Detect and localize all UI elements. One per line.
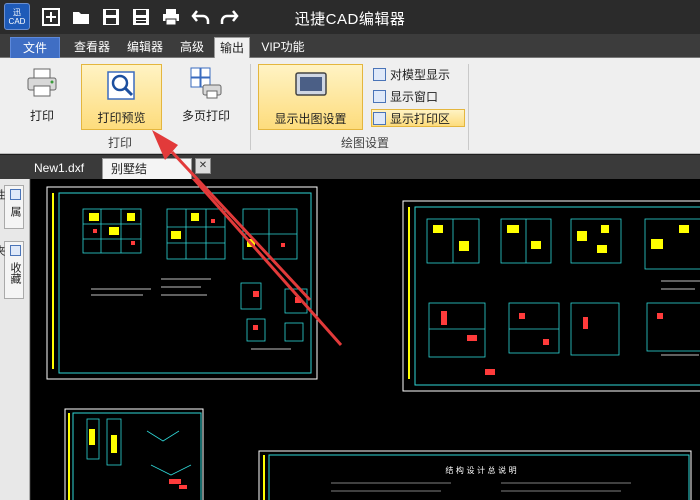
tab-viewer[interactable]: 查看器 bbox=[66, 37, 118, 58]
ribbon: 打印 打印预览 多页打印 打印 显示出图设置 对模型显示 显示窗口 显示打印区 … bbox=[0, 58, 700, 154]
model-display-option[interactable]: 对模型显示 bbox=[372, 65, 462, 83]
drawing-sheet-4: 结 构 设 计 总 说 明 bbox=[258, 450, 692, 500]
side-tab-properties[interactable]: 属性 bbox=[0, 185, 24, 229]
show-layout-settings-label: 显示出图设置 bbox=[274, 112, 347, 126]
show-print-area-option[interactable]: 显示打印区 bbox=[371, 109, 465, 127]
multi-page-print-label: 多页打印 bbox=[181, 109, 230, 123]
multi-page-print-button[interactable]: 多页打印 bbox=[174, 66, 238, 128]
monitor-icon bbox=[294, 72, 327, 96]
side-tab-favorites[interactable]: 收藏夹 bbox=[0, 241, 24, 299]
magnifier-icon bbox=[106, 71, 135, 100]
ribbon-separator bbox=[250, 64, 251, 150]
tab-vip[interactable]: VIP功能 bbox=[255, 37, 311, 58]
show-window-option[interactable]: 显示窗口 bbox=[372, 87, 452, 105]
close-tab-icon[interactable]: ✕ bbox=[195, 158, 211, 174]
drawing-canvas[interactable]: 结 构 设 计 总 说 明 bbox=[31, 179, 700, 500]
draw-settings-group-label: 绘图设置 bbox=[340, 136, 389, 150]
properties-icon bbox=[9, 189, 21, 200]
annotation-arrow bbox=[191, 179, 343, 346]
tab-editor[interactable]: 编辑器 bbox=[120, 37, 170, 58]
model-display-icon bbox=[373, 67, 386, 81]
sheet-title: 结 构 设 计 总 说 明 bbox=[445, 465, 516, 475]
show-layout-settings-button[interactable]: 显示出图设置 bbox=[258, 64, 363, 130]
print-button[interactable]: 打印 bbox=[14, 66, 70, 128]
tab-output[interactable]: 输出 bbox=[214, 37, 250, 58]
window-title: 迅捷CAD编辑器 bbox=[294, 11, 406, 28]
print-preview-button[interactable]: 打印预览 bbox=[81, 64, 162, 130]
side-panel: 属性 收藏夹 bbox=[0, 179, 30, 500]
drawing-sheet-1 bbox=[46, 186, 318, 380]
print-button-label: 打印 bbox=[29, 109, 54, 123]
show-window-icon bbox=[373, 89, 386, 103]
drawing-sheet-3 bbox=[64, 408, 204, 500]
doc-tab-villa-structure[interactable]: 别墅结构.dwg bbox=[102, 158, 192, 196]
title-bar: 迅 CAD 迅捷CAD编辑器 bbox=[0, 0, 700, 34]
show-print-area-icon bbox=[373, 111, 386, 125]
document-tab-bar: New1.dxf 别墅结构.dwg bbox=[0, 155, 700, 196]
show-window-label: 显示窗口 bbox=[390, 89, 439, 104]
drawing-sheet-2 bbox=[402, 200, 700, 392]
print-preview-label: 打印预览 bbox=[97, 111, 146, 125]
favorites-icon bbox=[9, 245, 21, 256]
print-group-label: 打印 bbox=[107, 136, 132, 150]
multi-page-print-icon bbox=[190, 67, 222, 99]
model-display-label: 对模型显示 bbox=[390, 67, 451, 82]
menu-tab-bar: 文件 查看器 编辑器 高级 输出 VIP功能 bbox=[0, 34, 700, 58]
printer-icon bbox=[27, 68, 57, 97]
doc-tab-new1[interactable]: New1.dxf bbox=[26, 158, 92, 179]
show-print-area-label: 显示打印区 bbox=[390, 111, 451, 126]
tab-advanced[interactable]: 高级 bbox=[173, 37, 211, 58]
ribbon-separator-2 bbox=[468, 64, 469, 150]
tab-file[interactable]: 文件 bbox=[10, 37, 60, 58]
cad-drawing: 结 构 设 计 总 说 明 bbox=[46, 179, 700, 500]
